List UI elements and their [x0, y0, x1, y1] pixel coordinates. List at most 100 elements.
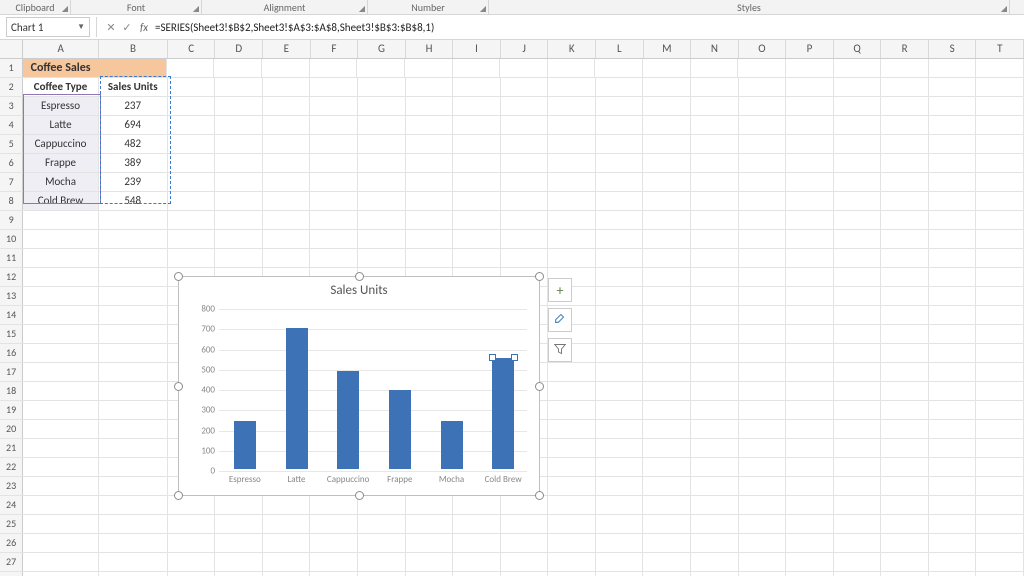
cell-N6[interactable]: [691, 154, 739, 172]
cell-R22[interactable]: [881, 458, 929, 476]
cell-G11[interactable]: [358, 249, 406, 267]
resize-handle-center-right[interactable]: [535, 382, 544, 391]
cell-Q9[interactable]: [834, 211, 882, 229]
cell-P26[interactable]: [786, 534, 834, 552]
cell-J28[interactable]: [501, 572, 549, 576]
cell-E6[interactable]: [263, 154, 311, 172]
cell-P3[interactable]: [786, 97, 834, 115]
cell-D6[interactable]: [215, 154, 263, 172]
cell-F27[interactable]: [310, 553, 358, 571]
cell-A3[interactable]: Espresso: [23, 97, 99, 115]
cell-K27[interactable]: [548, 553, 596, 571]
cell-S26[interactable]: [929, 534, 977, 552]
cell-R14[interactable]: [881, 306, 929, 324]
cell-T6[interactable]: [976, 154, 1024, 172]
plot-area[interactable]: 0100200300400500600700800EspressoLatteCa…: [219, 309, 527, 469]
cell-R3[interactable]: [881, 97, 929, 115]
cell-G28[interactable]: [358, 572, 406, 576]
cell-A21[interactable]: [23, 439, 99, 457]
cell-L21[interactable]: [596, 439, 644, 457]
cell-A28[interactable]: [23, 572, 99, 576]
row-header-26[interactable]: 26: [0, 534, 23, 552]
cell-M7[interactable]: [643, 173, 691, 191]
cell-D26[interactable]: [215, 534, 263, 552]
cell-A23[interactable]: [23, 477, 99, 495]
cell-E3[interactable]: [263, 97, 311, 115]
row-header-11[interactable]: 11: [0, 249, 23, 267]
cell-T3[interactable]: [976, 97, 1024, 115]
cell-H9[interactable]: [406, 211, 454, 229]
cell-T23[interactable]: [976, 477, 1024, 495]
cell-F3[interactable]: [310, 97, 358, 115]
cell-L24[interactable]: [596, 496, 644, 514]
cell-T26[interactable]: [976, 534, 1024, 552]
cell-M28[interactable]: [643, 572, 691, 576]
cell-Q3[interactable]: [834, 97, 882, 115]
cell-B23[interactable]: [99, 477, 168, 495]
cell-T12[interactable]: [976, 268, 1024, 286]
cell-A9[interactable]: [23, 211, 99, 229]
col-header-S[interactable]: S: [929, 40, 977, 58]
cell-S12[interactable]: [929, 268, 977, 286]
cell-J27[interactable]: [501, 553, 549, 571]
cell-B14[interactable]: [99, 306, 168, 324]
chart-object[interactable]: Sales Units 0100200300400500600700800Esp…: [178, 276, 540, 496]
cell-O2[interactable]: [739, 78, 787, 96]
cell-E25[interactable]: [263, 515, 311, 533]
cell-I9[interactable]: [453, 211, 501, 229]
cell-S10[interactable]: [929, 230, 977, 248]
cell-H11[interactable]: [406, 249, 454, 267]
cell-J2[interactable]: [501, 78, 549, 96]
cell-E4[interactable]: [263, 116, 311, 134]
cell-K25[interactable]: [548, 515, 596, 533]
cell-H28[interactable]: [406, 572, 454, 576]
cell-K28[interactable]: [548, 572, 596, 576]
row-header-3[interactable]: 3: [0, 97, 23, 115]
cell-B7[interactable]: 239: [99, 173, 168, 191]
cell-D28[interactable]: [215, 572, 263, 576]
cell-F11[interactable]: [310, 249, 358, 267]
cell-J3[interactable]: [501, 97, 549, 115]
cell-E7[interactable]: [263, 173, 311, 191]
cell-G8[interactable]: [358, 192, 406, 210]
row-header-16[interactable]: 16: [0, 344, 23, 362]
cell-S9[interactable]: [929, 211, 977, 229]
cell-T28[interactable]: [976, 572, 1024, 576]
row-header-27[interactable]: 27: [0, 553, 23, 571]
cell-P19[interactable]: [786, 401, 834, 419]
cell-O19[interactable]: [739, 401, 787, 419]
cell-C2[interactable]: [168, 78, 216, 96]
dialog-launcher-icon[interactable]: ◢: [480, 4, 486, 14]
cell-B11[interactable]: [99, 249, 168, 267]
resize-handle-bottom-right[interactable]: [535, 491, 544, 500]
cell-N17[interactable]: [691, 363, 739, 381]
fx-icon[interactable]: fx: [135, 21, 153, 34]
resize-handle-top-right[interactable]: [535, 272, 544, 281]
cell-N2[interactable]: [691, 78, 739, 96]
cell-C7[interactable]: [168, 173, 216, 191]
cell-R17[interactable]: [881, 363, 929, 381]
cell-C25[interactable]: [168, 515, 216, 533]
cell-O16[interactable]: [739, 344, 787, 362]
cell-A11[interactable]: [23, 249, 99, 267]
cell-B1[interactable]: [98, 59, 167, 77]
cell-A2[interactable]: Coffee Type: [23, 78, 99, 96]
cell-K22[interactable]: [548, 458, 596, 476]
cell-O28[interactable]: [739, 572, 787, 576]
cell-C9[interactable]: [168, 211, 216, 229]
cell-B22[interactable]: [99, 458, 168, 476]
resize-handle-top-center[interactable]: [355, 272, 364, 281]
resize-handle-bottom-left[interactable]: [174, 491, 183, 500]
cell-S16[interactable]: [929, 344, 977, 362]
cell-L6[interactable]: [596, 154, 644, 172]
cell-I3[interactable]: [453, 97, 501, 115]
cell-S13[interactable]: [929, 287, 977, 305]
cell-O8[interactable]: [739, 192, 787, 210]
cell-S25[interactable]: [929, 515, 977, 533]
cell-K1[interactable]: [548, 59, 596, 77]
cell-N20[interactable]: [691, 420, 739, 438]
cell-L20[interactable]: [596, 420, 644, 438]
series-handle[interactable]: [511, 354, 518, 361]
cell-S27[interactable]: [929, 553, 977, 571]
resize-handle-top-left[interactable]: [174, 272, 183, 281]
